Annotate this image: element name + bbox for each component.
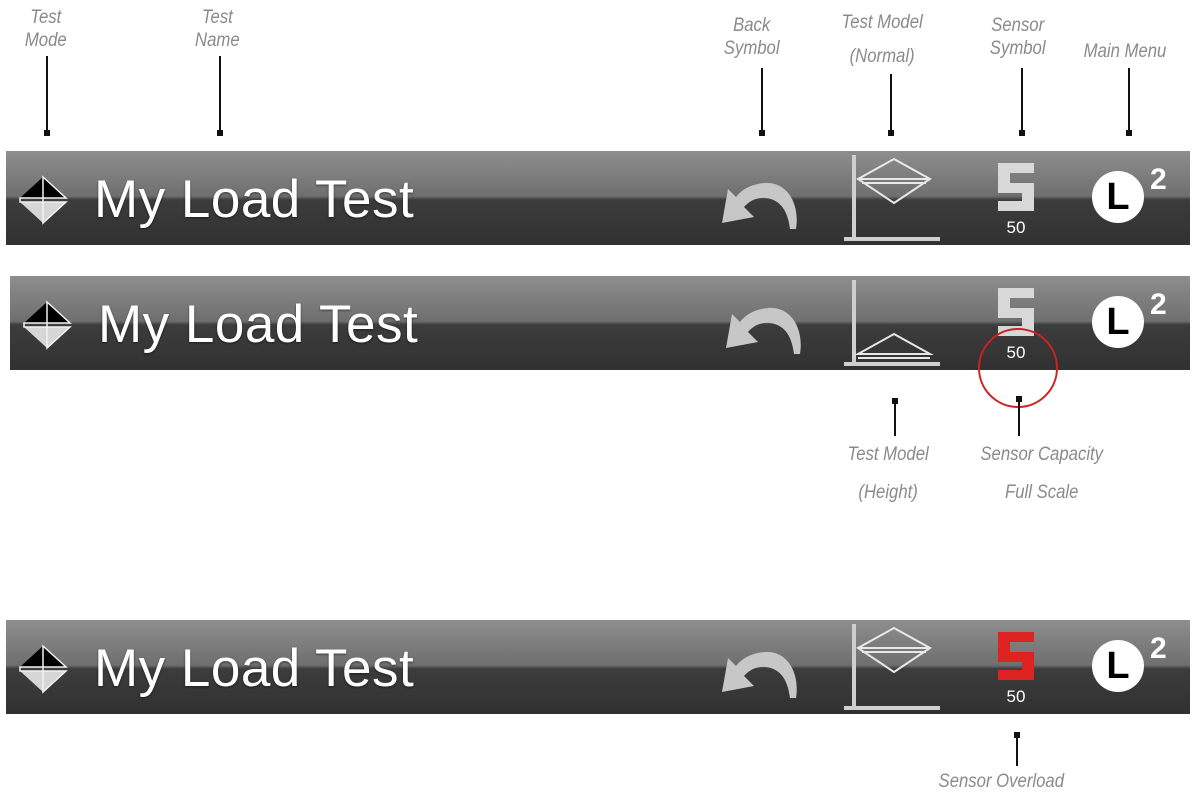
main-menu-superscript: 2 [1150,163,1167,196]
label-back-symbol: Back Symbol [723,15,780,59]
back-arrow-icon[interactable] [718,292,808,362]
label-sensor-symbol: Sensor Symbol [989,15,1046,59]
test-mode-up-down-icon[interactable] [18,644,68,694]
leader-dot-test-name [217,130,223,136]
leader-dot-test-mode [44,130,50,136]
leader-dot-main-menu [1126,130,1132,136]
test-name[interactable]: My Load Test [94,638,414,699]
label-test-model-normal: Test Model (Normal) [841,12,923,67]
label-test-name: Test Name [195,7,240,51]
leader-dot-sensor-symbol [1019,130,1025,136]
test-name[interactable]: My Load Test [94,169,414,230]
sensor-symbol-overload[interactable]: 50 [994,632,1042,712]
leader-dot-test-model-normal [888,130,894,136]
sensor-s-icon [998,163,1034,211]
sensor-s-overload-icon [998,632,1034,680]
test-mode-up-down-icon[interactable] [22,300,72,350]
sensor-symbol[interactable]: 50 [994,163,1042,243]
label-main-menu: Main Menu [1083,41,1167,62]
test-model-height-icon[interactable] [842,276,942,370]
main-menu-l-icon: L [1092,171,1144,223]
sensor-capacity: 50 [1006,218,1026,237]
test-name[interactable]: My Load Test [98,294,418,355]
leader-test-mode [46,56,48,134]
label-sensor-overload: Sensor Overload [938,771,1065,792]
back-arrow-icon[interactable] [714,636,804,706]
label-test-mode: Test Mode [24,7,67,51]
toolbar-overload: My Load Test 50 L 2 [6,620,1190,714]
label-test-model-height: Test Model (Height) [847,444,929,503]
label-sensor-capacity: Sensor Capacity Full Scale [980,444,1104,503]
leader-back-symbol [761,68,763,134]
leader-sensor-capacity [1018,396,1020,436]
main-menu-l-icon: L [1092,640,1144,692]
sensor-capacity: 50 [1006,687,1026,706]
main-menu-superscript: 2 [1150,288,1167,321]
leader-test-model-height [894,398,896,436]
leader-main-menu [1128,68,1130,134]
leader-sensor-symbol [1021,68,1023,134]
main-menu-l-icon: L [1092,296,1144,348]
toolbar-normal: My Load Test 50 L 2 [6,151,1190,245]
leader-sensor-overload [1016,732,1018,766]
test-mode-up-down-icon[interactable] [18,175,68,225]
back-arrow-icon[interactable] [714,167,804,237]
leader-test-name [219,56,221,134]
test-model-normal-icon[interactable] [842,151,942,245]
main-menu-superscript: 2 [1150,632,1167,665]
test-model-normal-icon[interactable] [842,620,942,714]
leader-dot-back-symbol [759,130,765,136]
leader-test-model-normal [890,74,892,134]
